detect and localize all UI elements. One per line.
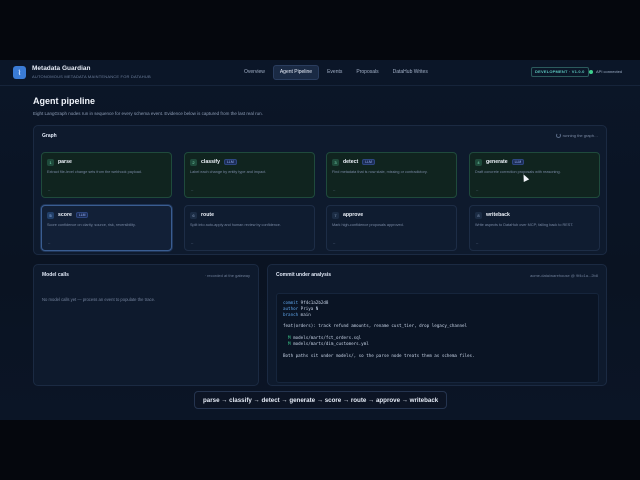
node-number: 1 xyxy=(47,158,54,166)
pipeline-flow: parse → classify → detect → generate → s… xyxy=(194,391,448,409)
node-number: 7 xyxy=(332,211,339,219)
tab-datahub-writes[interactable]: DataHub Writes xyxy=(387,65,434,80)
node-description: Score confidence on clarity, source, ris… xyxy=(47,223,136,227)
graph-panel: Graph running the graph… 1 parse Extract… xyxy=(33,125,607,255)
commit-author: Priya N xyxy=(300,305,319,311)
commit-key: commit xyxy=(283,300,299,305)
environment-badge: DEVELOPMENT · V1.0.0 xyxy=(531,67,589,77)
tab-proposals[interactable]: Proposals xyxy=(350,65,384,80)
tab-events[interactable]: Events xyxy=(321,65,348,80)
node-detect[interactable]: 3 detect LLM Find metadata that is now s… xyxy=(326,152,457,198)
node-name: writeback xyxy=(486,212,510,218)
llm-badge: LLM xyxy=(362,159,375,165)
commit-branch: main xyxy=(300,311,311,317)
model-calls-label: Model calls xyxy=(42,272,69,278)
llm-badge: LLM xyxy=(224,159,237,165)
file-mark: M xyxy=(288,340,291,346)
commit-details: commit 9f4c1a2b2d8 author Priya N branch… xyxy=(276,293,599,383)
node-number: 3 xyxy=(332,158,339,166)
node-approve[interactable]: 7 approve Mark high-confidence proposals… xyxy=(326,205,457,251)
node-description: Extract file-level change sets from the … xyxy=(47,170,142,174)
api-status: API connected xyxy=(589,69,622,74)
node-number: 4 xyxy=(475,158,482,166)
tab-overview[interactable]: Overview xyxy=(238,65,271,80)
file-path: models/marts/dim_customers.yml xyxy=(293,340,369,346)
node-description: Label each change by entity type and imp… xyxy=(190,170,267,174)
page-description: Eight LangGraph nodes run in sequence fo… xyxy=(33,111,263,116)
node-writeback[interactable]: 8 writeback Write aspects to DataHub ove… xyxy=(469,205,600,251)
llm-badge: LLM xyxy=(75,212,89,218)
node-number: 8 xyxy=(475,211,482,219)
node-number: 6 xyxy=(190,211,197,219)
node-footer: – xyxy=(48,187,51,192)
top-bar: ⌇ Metadata Guardian AUTONOMOUS METADATA … xyxy=(0,60,640,86)
node-name: route xyxy=(201,212,214,218)
commit-summary: Both paths sit under models/, so the par… xyxy=(283,352,475,358)
commit-label: Commit under analysis xyxy=(276,272,332,278)
node-footer: – xyxy=(191,187,194,192)
llm-badge: LLM xyxy=(511,159,525,165)
node-description: Mark high-confidence proposals approved. xyxy=(332,223,404,227)
graph-label: Graph xyxy=(42,133,57,139)
node-generate[interactable]: 4 generate LLM Draft concrete correction… xyxy=(469,152,600,198)
branch-key: branch xyxy=(283,311,299,317)
node-name: score xyxy=(58,212,72,218)
node-name: detect xyxy=(343,159,359,165)
node-route[interactable]: 6 route Split into auto-apply and human … xyxy=(184,205,315,251)
node-footer: – xyxy=(476,240,479,245)
model-calls-panel: Model calls · recorded at the gateway No… xyxy=(33,264,259,386)
node-number: 5 xyxy=(47,211,54,219)
node-footer: – xyxy=(333,187,336,192)
node-name: approve xyxy=(343,212,364,218)
model-calls-empty: No model calls yet — process an event to… xyxy=(42,297,156,302)
graph-status: running the graph… xyxy=(555,133,598,138)
node-name: classify xyxy=(201,159,221,165)
commit-repo-note: acme-data/warehouse @ 9f4c1a...2b8 xyxy=(530,273,598,278)
status-dot-icon xyxy=(589,69,593,74)
app-logo-icon: ⌇ xyxy=(13,66,26,79)
commit-hash: 9f4c1a2b2d8 xyxy=(300,300,329,305)
node-description: Draft concrete correction proposals with… xyxy=(475,170,561,174)
model-calls-note: · recorded at the gateway xyxy=(204,273,250,278)
page-title: Agent pipeline xyxy=(33,96,96,106)
author-key: author xyxy=(283,305,299,311)
node-description: Write aspects to DataHub over MCP; falli… xyxy=(475,223,574,227)
node-footer: – xyxy=(48,240,51,245)
app-subtitle: AUTONOMOUS METADATA MAINTENANCE FOR DATA… xyxy=(32,74,151,79)
node-description: Split into auto-apply and human review b… xyxy=(190,223,281,227)
node-footer: – xyxy=(476,187,479,192)
node-name: parse xyxy=(58,159,72,165)
app-frame: ⌇ Metadata Guardian AUTONOMOUS METADATA … xyxy=(0,60,640,420)
api-status-label: API connected xyxy=(596,69,623,74)
node-number: 2 xyxy=(190,158,197,166)
node-classify[interactable]: 2 classify LLM Label each change by enti… xyxy=(184,152,315,198)
file-path: models/marts/fct_orders.sql xyxy=(293,335,362,341)
node-description: Find metadata that is now stale, missing… xyxy=(332,170,428,174)
tab-agent-pipeline[interactable]: Agent Pipeline xyxy=(272,65,320,80)
commit-panel: Commit under analysis acme-data/warehous… xyxy=(267,264,607,386)
node-score[interactable]: 5 score LLM Score confidence on clarity,… xyxy=(41,205,172,251)
spinner-icon xyxy=(555,133,561,138)
graph-status-label: running the graph… xyxy=(562,133,598,138)
node-footer: – xyxy=(333,240,336,245)
node-name: generate xyxy=(486,159,508,165)
file-mark: M xyxy=(288,335,291,341)
node-parse[interactable]: 1 parse Extract file-level change sets f… xyxy=(41,152,172,198)
app-title: Metadata Guardian xyxy=(32,65,91,72)
main-nav: Overview Agent Pipeline Events Proposals… xyxy=(238,65,436,80)
node-footer: – xyxy=(191,240,194,245)
